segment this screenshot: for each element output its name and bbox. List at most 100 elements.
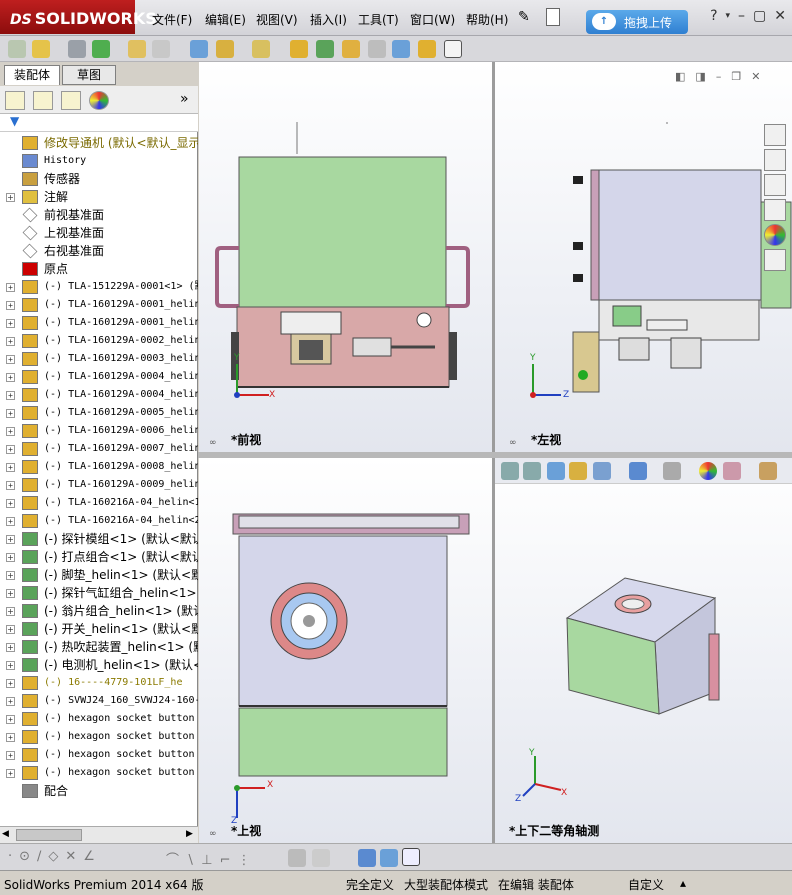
expand-icon[interactable]: + — [6, 643, 15, 652]
expand-icon[interactable]: + — [6, 517, 15, 526]
hide-show-icon[interactable] — [663, 462, 681, 480]
display-manager-icon[interactable] — [89, 91, 109, 110]
tree-item[interactable]: + (-) 热吹起装置_helin<1> (默 — [0, 638, 198, 656]
expand-icon[interactable]: + — [6, 715, 15, 724]
toolbar-icon[interactable] — [342, 40, 360, 58]
configuration-manager-icon[interactable] — [61, 91, 81, 110]
view-settings-icon[interactable] — [759, 462, 777, 480]
scroll-left-icon[interactable]: ◀ — [2, 829, 9, 839]
previous-view-icon[interactable] — [547, 462, 565, 480]
expand-icon[interactable]: + — [6, 661, 15, 670]
sketch-tools[interactable]: ·⊙∕◇✕∠ — [8, 849, 102, 864]
menu-tools[interactable]: 工具(T) — [358, 11, 399, 28]
tree-item[interactable]: + (-) TLA-160129A-0003_helin — [0, 350, 198, 368]
tree-item[interactable]: 传感器 — [0, 170, 198, 188]
display-style-icon[interactable] — [629, 462, 647, 480]
tree-item[interactable]: + (-) hexagon socket button — [0, 728, 198, 746]
tree-item[interactable]: + (-) 探针模组<1> (默认<默认 — [0, 530, 198, 548]
tree-item[interactable]: + (-) 开关_helin<1> (默认<默 — [0, 620, 198, 638]
zoom-fit-icon[interactable] — [501, 462, 519, 480]
tree-item[interactable]: + 注解 — [0, 188, 198, 206]
tree-item[interactable]: + (-) TLA-160129A-0009_helin — [0, 476, 198, 494]
feature-tree-icon[interactable] — [5, 91, 25, 110]
menu-help[interactable]: 帮助(H) — [466, 11, 508, 28]
tree-item[interactable]: 配合 — [0, 782, 198, 800]
tree-item[interactable]: + (-) 翁片组合_helin<1> (默认 — [0, 602, 198, 620]
property-manager-icon[interactable] — [33, 91, 53, 110]
tree-item[interactable]: 上视基准面 — [0, 224, 198, 242]
tree-item[interactable]: + (-) 电测机_helin<1> (默认< — [0, 656, 198, 674]
expand-icon[interactable]: + — [6, 373, 15, 382]
3d-sketch-icon[interactable] — [358, 849, 376, 867]
scene-icon[interactable] — [723, 462, 741, 480]
expand-icon[interactable]: + — [6, 589, 15, 598]
help-icon[interactable]: ? — [710, 8, 717, 24]
view-orientation-icon[interactable] — [593, 462, 611, 480]
grid-icon[interactable] — [312, 849, 330, 867]
close-icon[interactable]: ✕ — [751, 70, 760, 83]
viewport-front[interactable]: Y X ∞ *前视 — [199, 62, 492, 452]
expand-icon[interactable]: + — [6, 697, 15, 706]
expand-icon[interactable]: + — [6, 553, 15, 562]
expand-icon[interactable]: + — [6, 499, 15, 508]
restore-icon[interactable]: ❐ — [731, 70, 741, 83]
expand-icon[interactable]: + — [6, 481, 15, 490]
table-icon[interactable] — [402, 848, 420, 866]
status-units[interactable]: 自定义 — [628, 876, 664, 893]
library-icon[interactable] — [764, 199, 786, 221]
toolbar-icon[interactable] — [316, 40, 334, 58]
tree-item[interactable]: + (-) TLA-160129A-0005_helin — [0, 404, 198, 422]
tree-item[interactable]: + (-) TLA-160216A-04_helin<1 — [0, 494, 198, 512]
expand-icon[interactable]: + — [6, 409, 15, 418]
toolbar-icon[interactable] — [128, 40, 146, 58]
tree-item[interactable]: + (-) hexagon socket button — [0, 746, 198, 764]
resources-icon[interactable] — [764, 149, 786, 171]
expand-icon[interactable]: + — [6, 445, 15, 454]
expand-icon[interactable]: + — [6, 535, 15, 544]
tree-item[interactable]: + (-) TLA-160129A-0006_helin — [0, 422, 198, 440]
expand-icon[interactable]: + — [6, 733, 15, 742]
split-view-icon[interactable]: ◧ — [675, 70, 685, 83]
scroll-thumb[interactable] — [16, 829, 82, 841]
tree-item[interactable]: History — [0, 152, 198, 170]
tree-item[interactable]: + (-) 脚垫_helin<1> (默认<默 — [0, 566, 198, 584]
tree-item[interactable]: + (-) TLA-160129A-0008_helin — [0, 458, 198, 476]
tree-item[interactable]: + (-) TLA-160129A-0002_helin — [0, 332, 198, 350]
toolbar-icon[interactable] — [92, 40, 110, 58]
horizontal-scrollbar[interactable]: ◀ ▶ — [0, 826, 198, 843]
zoom-area-icon[interactable] — [523, 462, 541, 480]
tab-sketch[interactable]: 草图 — [62, 65, 116, 85]
viewport-splitter-horizontal[interactable] — [198, 452, 792, 458]
folder-icon[interactable] — [764, 174, 786, 196]
dimension-icon[interactable] — [288, 849, 306, 867]
minimize-icon[interactable]: – — [738, 8, 745, 24]
tree-item[interactable]: + (-) TLA-160129A-0004_helin — [0, 368, 198, 386]
dropdown-icon[interactable]: ▾ — [726, 8, 731, 24]
toolbar-icon[interactable] — [8, 40, 26, 58]
edit-appearance-icon[interactable] — [699, 462, 717, 480]
tab-assembly[interactable]: 装配体 — [4, 65, 60, 85]
tree-item[interactable]: + (-) 探针气缸组合_helin<1> — [0, 584, 198, 602]
expand-icon[interactable]: + — [6, 391, 15, 400]
expand-icon[interactable]: + — [6, 193, 15, 202]
chevron-up-icon[interactable]: ▴ — [680, 876, 686, 890]
expand-icon[interactable]: + — [6, 607, 15, 616]
viewport-left[interactable]: ◧ ◨ – ❐ ✕ Y Z ∞ *左视 — [495, 62, 792, 452]
expand-icon[interactable]: + — [6, 463, 15, 472]
tree-item[interactable]: + (-) 16----4779-101LF_he — [0, 674, 198, 692]
viewport-isometric[interactable]: Y X Z *上下二等角轴测 — [495, 458, 792, 843]
sketch-tools-2[interactable]: ⌒∖⊥⌐⋮ — [166, 849, 258, 868]
restore-icon[interactable]: ▢ — [753, 8, 766, 24]
pin-icon[interactable]: ✎ — [518, 9, 530, 25]
tree-item[interactable]: + (-) TLA-160216A-04_helin<2 — [0, 512, 198, 530]
toolbar-icon[interactable] — [152, 40, 170, 58]
toolbar-icon[interactable] — [392, 40, 410, 58]
minimize-icon[interactable]: – — [716, 70, 722, 83]
display-icon[interactable] — [380, 849, 398, 867]
tree-item[interactable]: + (-) SVWJ24_160_SVWJ24-160- — [0, 692, 198, 710]
close-icon[interactable]: ✕ — [774, 8, 786, 24]
expand-icon[interactable]: + — [6, 337, 15, 346]
home-icon[interactable] — [764, 124, 786, 146]
menu-window[interactable]: 窗口(W) — [410, 11, 455, 28]
expand-icon[interactable]: + — [6, 751, 15, 760]
